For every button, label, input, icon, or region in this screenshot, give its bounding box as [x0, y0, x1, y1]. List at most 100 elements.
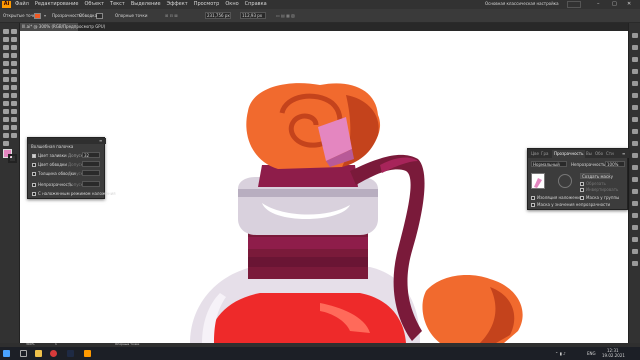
tab-stroke[interactable]: Обо: [595, 152, 603, 156]
stroke-label[interactable]: Обводка: [79, 14, 97, 18]
type-tool-icon[interactable]: [3, 53, 9, 58]
menu-window[interactable]: Окно: [225, 2, 238, 7]
opacity-label[interactable]: Прозрачность: [52, 14, 81, 18]
symbols-icon[interactable]: [632, 93, 638, 98]
system-tray-icons[interactable]: ⌃ ▮ ♪: [555, 352, 566, 356]
perspective-tool-icon[interactable]: [3, 101, 9, 106]
fill-color-checkbox[interactable]: [32, 154, 36, 158]
search-icon[interactable]: [567, 1, 581, 8]
gradient-tool-icon[interactable]: [3, 109, 9, 114]
clock-date[interactable]: 19.02.2021: [602, 354, 625, 358]
menu-file[interactable]: Файл: [15, 2, 29, 7]
rectangle-tool-icon[interactable]: [3, 61, 9, 66]
menu-object[interactable]: Объект: [84, 2, 104, 7]
fill-tolerance-field[interactable]: 32: [82, 152, 100, 158]
opacity-mask-checkbox[interactable]: [531, 203, 535, 207]
close-button[interactable]: ✕: [627, 2, 631, 7]
artboard-tool-icon[interactable]: [11, 125, 17, 130]
symbol-sprayer-tool-icon[interactable]: [11, 117, 17, 122]
maximize-button[interactable]: □: [612, 2, 617, 7]
pen-tool-icon[interactable]: [3, 45, 9, 50]
eyedropper-tool-icon[interactable]: [11, 109, 17, 114]
menu-edit[interactable]: Редактирование: [35, 2, 79, 7]
document-tab[interactable]: Ill.ai* @ 300% (RGB/Предпросмотр GPU): [20, 23, 105, 31]
color-icon[interactable]: [632, 165, 638, 170]
slice-tool-icon[interactable]: [3, 133, 9, 138]
browser-icon[interactable]: [50, 350, 57, 357]
libraries-icon[interactable]: [632, 57, 638, 62]
fill-dropdown-icon[interactable]: ▾: [44, 14, 46, 18]
minimize-button[interactable]: –: [597, 2, 600, 7]
search-icon[interactable]: [20, 350, 27, 357]
width-tool-icon[interactable]: [11, 85, 17, 90]
appearance-icon[interactable]: [632, 117, 638, 122]
pathfinder-icon[interactable]: [632, 141, 638, 146]
opentype-icon[interactable]: [632, 237, 638, 242]
scale-tool-icon[interactable]: [3, 85, 9, 90]
pencil-tool-icon[interactable]: [11, 69, 17, 74]
invert-checkbox[interactable]: [580, 188, 584, 192]
windows-start-icon[interactable]: [3, 350, 10, 357]
tab-selection[interactable]: Вы: [586, 152, 592, 156]
graphic-styles-icon[interactable]: [632, 105, 638, 110]
opacity-checkbox[interactable]: [32, 183, 36, 187]
stroke-color-box[interactable]: [8, 154, 17, 163]
knockout-group-checkbox[interactable]: [580, 196, 584, 200]
swatches-icon[interactable]: [632, 69, 638, 74]
shaper-tool-icon[interactable]: [3, 69, 9, 74]
photoshop-icon[interactable]: [67, 350, 74, 357]
workspace-switcher[interactable]: Основная классическая настройка: [485, 2, 559, 6]
keyboard-language[interactable]: ENG: [587, 352, 596, 356]
gradient-icon[interactable]: [632, 177, 638, 182]
artboard-number[interactable]: 1: [55, 343, 57, 346]
clip-checkbox[interactable]: [580, 182, 584, 186]
isolate-blending-checkbox[interactable]: [531, 196, 535, 200]
rotate-tool-icon[interactable]: [11, 77, 17, 82]
align-icons[interactable]: ⊞ ⊟ ⊠: [165, 14, 178, 18]
transparency-icon[interactable]: [632, 189, 638, 194]
blend-mode-select[interactable]: Нормальный: [531, 161, 567, 167]
opacity-tolerance-field[interactable]: [82, 181, 100, 187]
menu-type[interactable]: Текст: [110, 2, 125, 7]
brushes-icon[interactable]: [632, 81, 638, 86]
menu-select[interactable]: Выделение: [131, 2, 161, 7]
tab-transparency[interactable]: Прозрачность: [552, 150, 586, 158]
character-icon[interactable]: [632, 213, 638, 218]
properties-icon[interactable]: [632, 33, 638, 38]
eraser-tool-icon[interactable]: [3, 77, 9, 82]
stroke-tolerance-field[interactable]: [82, 161, 100, 167]
line-tool-icon[interactable]: [11, 53, 17, 58]
illustrator-icon[interactable]: [84, 350, 91, 357]
free-transform-tool-icon[interactable]: [3, 93, 9, 98]
panel-menu-icon[interactable]: ≡: [622, 152, 625, 156]
opacity-field[interactable]: 100%: [605, 161, 625, 167]
zoom-tool-icon[interactable]: [3, 141, 9, 146]
column-graph-tool-icon[interactable]: [3, 125, 9, 130]
zoom-level[interactable]: 300%: [26, 343, 35, 346]
tab-gradient[interactable]: Гра: [541, 152, 548, 156]
blend-mode-checkbox[interactable]: [32, 192, 36, 196]
align-icon[interactable]: [632, 129, 638, 134]
stroke-weight-checkbox[interactable]: [32, 172, 36, 176]
stroke-color-checkbox[interactable]: [32, 163, 36, 167]
fill-swatch[interactable]: [34, 13, 41, 19]
blend-tool-icon[interactable]: [3, 117, 9, 122]
y-field[interactable]: 112,93 px: [240, 12, 266, 19]
layers-icon[interactable]: [632, 45, 638, 50]
hand-tool-icon[interactable]: [11, 133, 17, 138]
explorer-icon[interactable]: [35, 350, 42, 357]
menu-effect[interactable]: Эффект: [167, 2, 188, 7]
menu-help[interactable]: Справка: [245, 2, 267, 7]
make-mask-button[interactable]: Создать маску: [580, 173, 613, 179]
lasso-tool-icon[interactable]: [11, 37, 17, 42]
mesh-tool-icon[interactable]: [11, 101, 17, 106]
navigator-icon[interactable]: [632, 249, 638, 254]
tab-styles[interactable]: Сти: [606, 152, 614, 156]
links-icon[interactable]: [632, 261, 638, 266]
tab-color[interactable]: Цве: [531, 152, 539, 156]
panel-menu-icon[interactable]: ≡: [99, 139, 102, 143]
magic-wand-tool-icon[interactable]: [3, 37, 9, 42]
transform-icons[interactable]: ▭ ▤ ▦ ▧: [276, 14, 295, 18]
app-logo[interactable]: Ai: [2, 1, 11, 8]
curvature-tool-icon[interactable]: [11, 45, 17, 50]
